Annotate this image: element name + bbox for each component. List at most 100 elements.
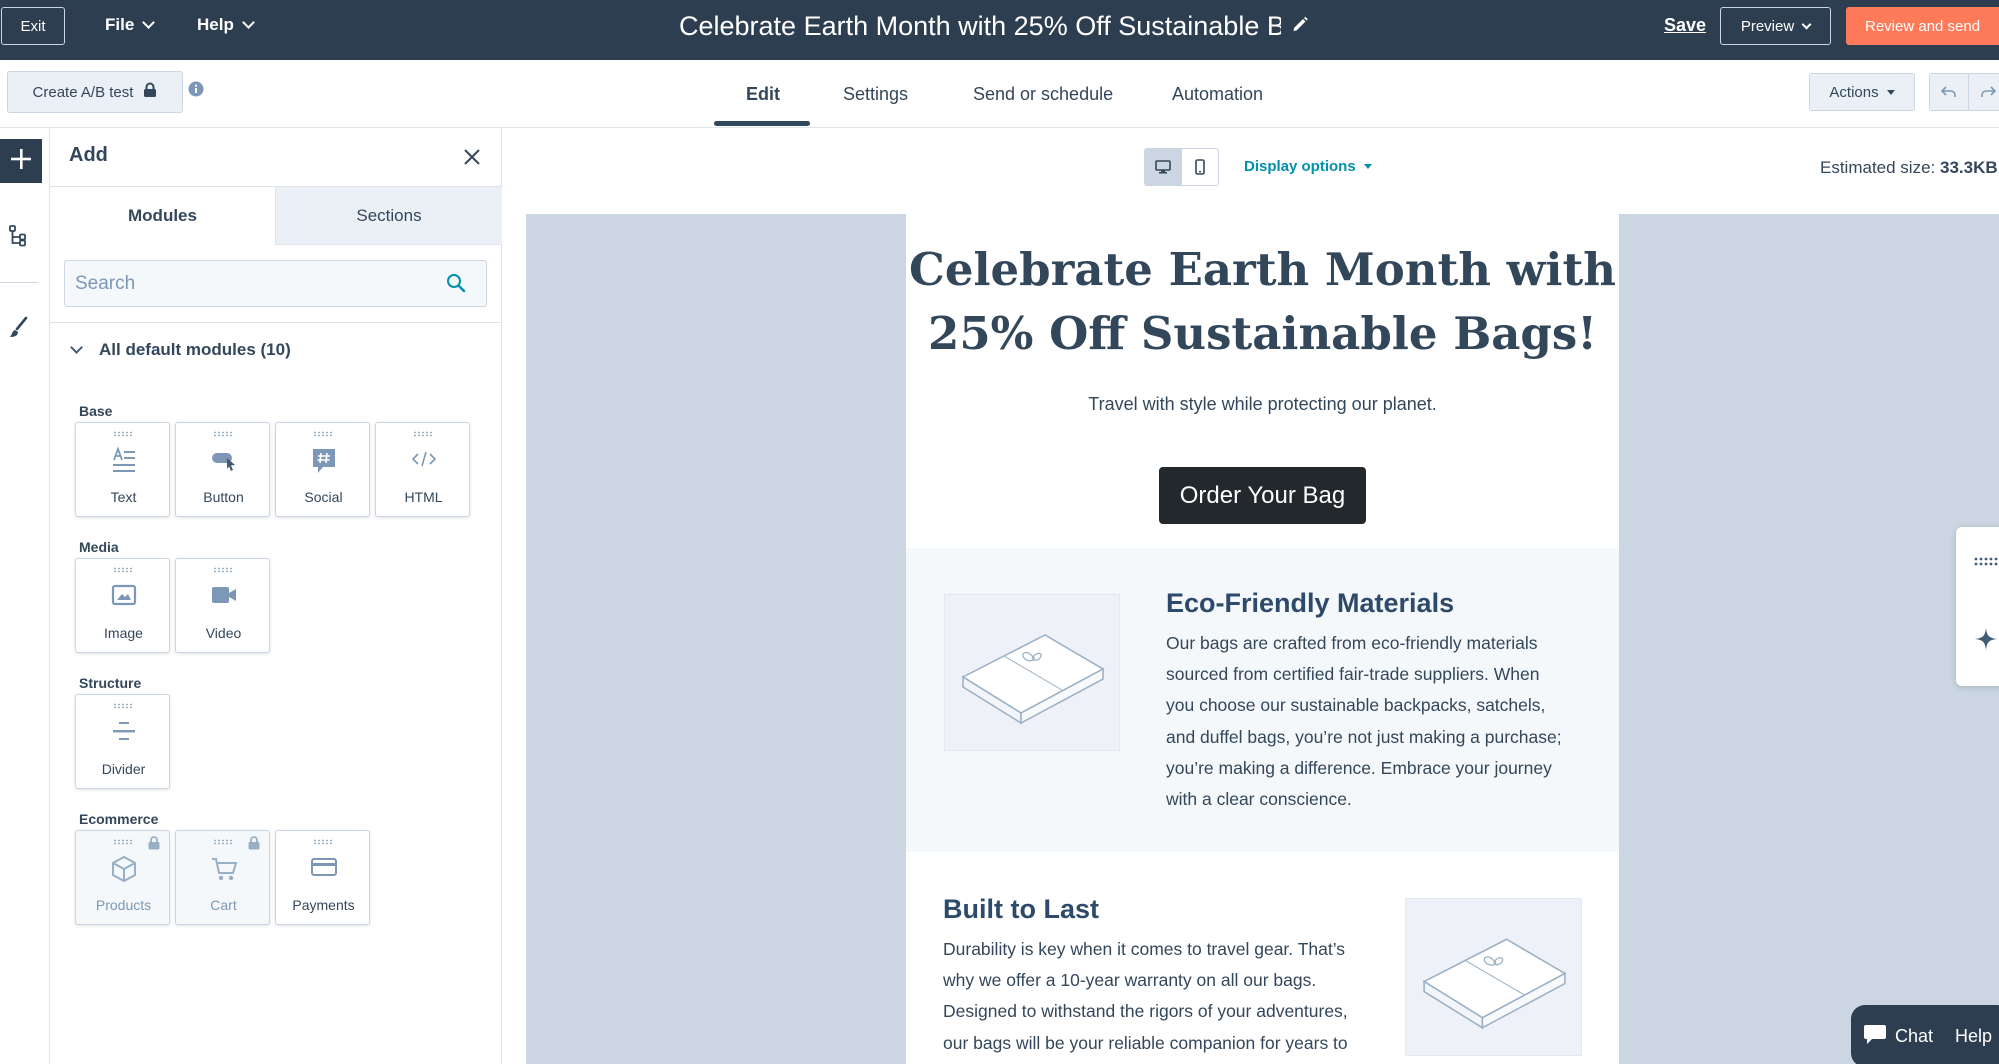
caret-down-icon [1886,89,1895,95]
module-video[interactable]: Video [175,558,270,653]
sparkle-icon[interactable] [1974,627,1998,656]
preview-label: Preview [1740,17,1795,35]
package-illustration-icon [961,634,1105,725]
estimated-size-value: 33.3KB [1940,158,1998,177]
body-line: Durability is key when it comes to trave… [943,939,1346,959]
module-html[interactable]: HTML [375,422,470,517]
help-menu[interactable]: Help [197,15,255,35]
tab-edit[interactable]: Edit [746,84,780,105]
email-headline-line-2: 25% Off Sustainable Bags! [928,307,1597,360]
module-text[interactable]: Text [75,422,170,517]
file-menu[interactable]: File [105,15,156,35]
email-subtitle[interactable]: Travel with style while protecting our p… [906,394,1619,415]
module-cart[interactable]: Cart [175,830,270,925]
mobile-icon[interactable] [1182,149,1219,185]
active-tab-indicator [714,121,810,126]
close-icon[interactable] [462,147,482,172]
pencil-icon[interactable] [1291,15,1309,38]
section-heading-eco[interactable]: Eco-Friendly Materials [1166,588,1454,619]
body-line: sourced from certified fair-trade suppli… [1166,664,1540,685]
category-ecommerce: Ecommerce [79,811,159,827]
module-payments-label: Payments [292,897,355,913]
module-divider-label: Divider [101,761,146,777]
ab-test-label: Create A/B test [32,83,134,101]
module-button[interactable]: Button [175,422,270,517]
display-options-dropdown[interactable]: Display options [1244,158,1372,175]
placeholder-image[interactable] [1405,898,1582,1056]
hashtag-icon [276,447,371,475]
module-products-label: Products [95,897,152,913]
body-line: Our bags are crafted from eco-friendly m… [1166,633,1538,653]
text-module-icon [76,447,171,475]
drag-handle-icon [113,431,133,437]
code-icon [376,447,471,471]
tab-sections[interactable]: Sections [276,186,502,245]
body-line: you’re making a difference. Embrace your… [1166,757,1552,778]
email-preview: Celebrate Earth Month with 25% Off Susta… [906,214,1619,1064]
floating-tools [1956,527,1999,686]
drag-handle-icon [313,839,333,845]
section-heading-durability[interactable]: Built to Last [943,894,1099,925]
module-social[interactable]: Social [275,422,370,517]
lock-icon [248,836,260,855]
module-video-label: Video [205,625,242,641]
actions-button[interactable]: Actions [1809,73,1915,111]
body-line: why we offer a 10-year warranty on all o… [943,970,1317,991]
email-headline[interactable]: Celebrate Earth Month with 25% Off Susta… [906,238,1619,366]
chat-bubble-icon [1863,1023,1887,1050]
section-body-durability[interactable]: Durability is key when it comes to trave… [943,934,1363,1059]
chevron-down-icon [142,16,156,29]
placeholder-image[interactable] [944,594,1120,751]
tab-send-or-schedule[interactable]: Send or schedule [973,84,1113,105]
section-body-eco[interactable]: Our bags are crafted from eco-friendly m… [1166,628,1606,815]
tab-modules[interactable]: Modules [50,186,276,245]
create-ab-test-button[interactable]: Create A/B test [7,71,183,113]
package-illustration-icon [1422,938,1567,1030]
module-products[interactable]: Products [75,830,170,925]
drag-handle-icon [113,567,133,573]
panel-divider [50,322,502,323]
image-icon [76,583,171,607]
review-and-send-button[interactable]: Review and send [1846,7,1999,45]
save-button[interactable]: Save [1664,15,1706,36]
email-headline-line-1: Celebrate Earth Month with [909,243,1616,296]
module-divider[interactable]: Divider [75,694,170,789]
body-line: with a clear conscience. [1166,789,1352,810]
actions-label: Actions [1829,83,1879,101]
estimated-size: Estimated size: 33.3KB [1820,158,1998,178]
button-module-icon [176,447,271,473]
add-panel-button[interactable] [0,139,42,183]
module-html-label: HTML [404,489,443,505]
lock-icon [143,82,157,102]
module-search [64,260,487,307]
drag-handle-icon [213,567,233,573]
module-group-toggle[interactable]: All default modules (10) [68,340,291,360]
paintbrush-icon[interactable] [8,316,30,345]
rail-divider [0,282,38,283]
desktop-icon[interactable] [1145,149,1182,185]
grid-icon[interactable] [1974,554,1998,572]
undo-redo-group [1929,73,1999,111]
device-toggle [1144,148,1219,186]
module-image[interactable]: Image [75,558,170,653]
display-options-label: Display options [1244,158,1356,175]
search-input[interactable] [75,271,435,297]
module-cart-label: Cart [210,897,237,913]
preview-button[interactable]: Preview [1720,7,1831,45]
exit-button[interactable]: Exit [1,7,65,45]
tab-settings[interactable]: Settings [843,84,908,105]
order-your-bag-button[interactable]: Order Your Bag [1159,467,1366,524]
undo-icon[interactable] [1930,74,1968,110]
tab-automation[interactable]: Automation [1172,84,1263,105]
help-label: Help [1955,1025,1993,1046]
module-payments[interactable]: Payments [275,830,370,925]
body-line: Designed to withstand the rigors of your… [943,1001,1348,1022]
drag-handle-icon [213,431,233,437]
structure-tree-icon[interactable] [8,224,28,253]
email-title[interactable]: Celebrate Earth Month with 25% Off Susta… [679,11,1281,45]
info-icon[interactable] [188,81,204,102]
search-icon[interactable] [446,273,466,298]
chevron-down-icon [1801,19,1812,29]
redo-icon[interactable] [1968,74,1999,110]
chat-widget-button[interactable]: Chat Help [1851,1005,1999,1064]
